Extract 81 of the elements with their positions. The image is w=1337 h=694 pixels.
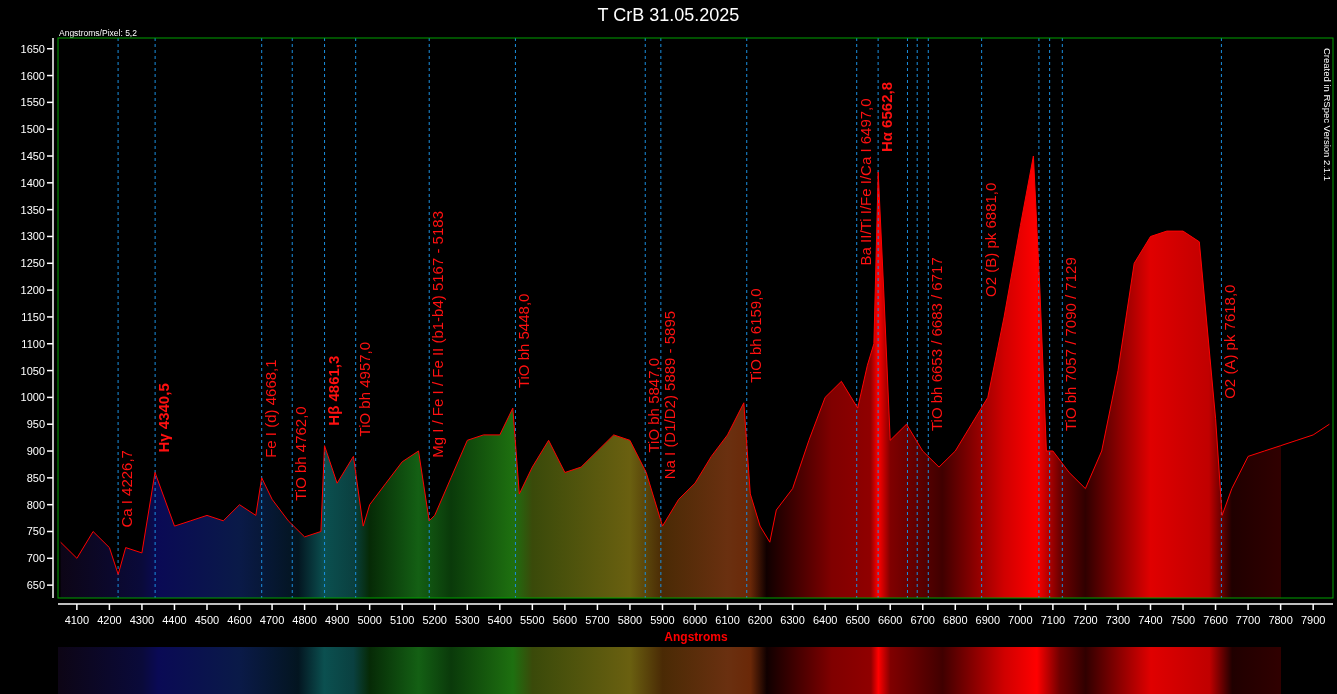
x-tick-label: 5100 (389, 614, 415, 626)
y-tick-label: 800 (26, 498, 45, 511)
line-label: TiO bh 4762,0 (292, 406, 310, 501)
x-tick-label: 4900 (324, 614, 350, 626)
y-tick-label: 900 (26, 445, 45, 458)
x-tick-label: 5600 (552, 614, 578, 626)
x-tick-label: 6400 (812, 614, 838, 626)
x-tick-label: 5300 (455, 614, 480, 626)
y-tick-label: 1100 (21, 337, 45, 350)
line-label: Hα 6562,8 (878, 82, 896, 153)
line-label: Ca I 4226,7 (118, 450, 136, 528)
x-tick-label: 7100 (1040, 614, 1066, 626)
x-tick-label: 7300 (1105, 614, 1131, 626)
line-label: Hβ 4861,3 (324, 355, 342, 426)
y-tick-label: 1650 (20, 42, 45, 55)
line-label: TiO bh 7057 / 7090 / 7129 (1062, 257, 1080, 431)
y-tick-label: 650 (26, 579, 45, 592)
x-tick-label: 5400 (487, 614, 513, 626)
line-label: Fe I (d) 4668,1 (261, 359, 279, 458)
x-tick-label: 4700 (259, 614, 285, 626)
y-tick-label: 850 (26, 471, 45, 484)
x-tick-label: 7900 (1300, 614, 1326, 626)
y-tick-label: 1400 (20, 176, 45, 189)
x-tick-label: 6000 (682, 614, 708, 626)
x-tick-label: 4500 (194, 614, 220, 626)
line-label: Ba II/Ti I/Fe I/Ca I 6497,0 (856, 98, 874, 266)
line-label: Mg I / Fe I / Fe II (b1-b4) 5167 - 5183 (429, 211, 447, 458)
x-tick-label: 6900 (975, 614, 1001, 626)
x-tick-label: 7600 (1203, 614, 1228, 626)
credit-text: Created in RSpec Version 2.1.1 (1322, 48, 1333, 182)
x-tick-label: 6100 (715, 614, 740, 626)
x-tick-label: 4600 (227, 614, 252, 626)
x-tick-label: 4200 (97, 614, 122, 626)
x-tick-label: 7500 (1170, 614, 1196, 626)
x-tick-label: 5700 (585, 614, 610, 626)
y-tick-label: 1250 (20, 257, 45, 270)
line-label: Na I (D1/D2) 5889 - 5895 (660, 310, 678, 480)
y-tick-label: 1150 (21, 310, 45, 323)
line-label: TiO bh 6653 / 6683 / 6717 (928, 257, 946, 431)
x-tick-label: 7800 (1268, 614, 1293, 626)
y-tick-label: 1050 (20, 364, 45, 377)
chart-caption: Angstroms/Pixel: 5,2 (59, 28, 137, 38)
y-tick-label: 950 (26, 418, 45, 431)
y-tick-label: 750 (26, 525, 45, 538)
x-tick-label: 5200 (422, 614, 447, 626)
x-tick-label: 6200 (747, 614, 773, 626)
axis-title: Angstroms (664, 630, 728, 644)
y-tick-label: 1200 (20, 284, 45, 297)
x-tick-label: 7700 (1235, 614, 1261, 626)
x-tick-label: 4400 (162, 614, 187, 626)
x-tick-label: 4300 (129, 614, 155, 626)
y-tick-label: 700 (26, 552, 45, 565)
chart-title: T CrB 31.05.2025 (597, 4, 740, 26)
y-tick-label: 1500 (20, 123, 45, 136)
x-tick-label: 7000 (1008, 614, 1033, 626)
line-label: TiO bh 5847,0 (645, 358, 663, 453)
x-tick-label: 5900 (650, 614, 675, 626)
x-tick-label: 5800 (617, 614, 643, 626)
y-tick-label: 1550 (20, 96, 45, 109)
line-label: TiO bh 6159,0 (746, 288, 764, 383)
line-label: TiO bh 5448,0 (515, 293, 533, 389)
x-tick-label: 5000 (357, 614, 382, 626)
x-tick-label: 6800 (943, 614, 968, 626)
y-tick-label: 1450 (20, 150, 45, 162)
x-tick-label: 4800 (292, 614, 317, 626)
y-tick-label: 1000 (20, 391, 45, 404)
x-tick-label: 7200 (1073, 614, 1098, 626)
y-tick-label: 1600 (20, 69, 45, 82)
x-tick-label: 4100 (64, 614, 90, 626)
y-tick-label: 1350 (20, 203, 45, 216)
line-label: O2 (A) pk 7618,0 (1221, 284, 1239, 399)
x-tick-label: 7400 (1138, 614, 1163, 626)
line-label: O2 (B) pk 6881,0 (981, 182, 999, 297)
line-label: Hγ 4340,5 (155, 383, 173, 453)
x-tick-label: 6700 (910, 614, 935, 626)
x-tick-label: 6500 (845, 614, 870, 626)
x-tick-label: 6600 (877, 614, 903, 626)
x-tick-label: 5500 (520, 614, 545, 626)
y-tick-label: 1300 (20, 230, 45, 243)
x-tick-label: 6300 (780, 614, 805, 626)
line-label: TiO bh 4957,0 (355, 341, 373, 437)
